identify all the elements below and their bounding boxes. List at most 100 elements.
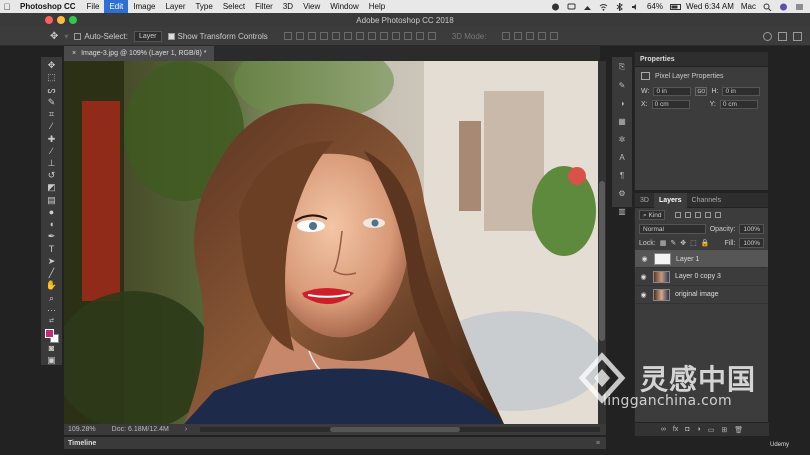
show-transform-checkbox[interactable]: Show Transform Controls: [167, 32, 268, 41]
lasso-tool-icon[interactable]: ᔕ: [46, 85, 58, 94]
canvas-horizontal-scrollbar[interactable]: [200, 427, 600, 432]
adjustments-panel-icon[interactable]: ◑: [617, 99, 627, 108]
bluetooth-icon[interactable]: [615, 2, 624, 11]
move-tool-icon[interactable]: ✥: [46, 60, 58, 70]
lock-pixels-icon[interactable]: ▦: [660, 239, 667, 247]
type-tool-icon[interactable]: T: [46, 244, 58, 254]
zoom-window-button[interactable]: [69, 16, 77, 24]
path-select-tool-icon[interactable]: ➤: [46, 256, 58, 266]
menu-select[interactable]: Select: [218, 0, 250, 13]
history-brush-tool-icon[interactable]: ↺: [46, 171, 58, 180]
eraser-tool-icon[interactable]: ◩: [46, 183, 58, 192]
menu-filter[interactable]: Filter: [250, 0, 278, 13]
wifi-icon[interactable]: [599, 3, 608, 11]
close-window-button[interactable]: [45, 16, 53, 24]
dodge-tool-icon[interactable]: ◖: [46, 220, 58, 229]
lock-position-icon[interactable]: ✥: [680, 239, 686, 247]
menubar-clock[interactable]: Wed 6:34 AM: [686, 2, 734, 11]
align-left-icon[interactable]: [319, 32, 328, 40]
visibility-eye-icon[interactable]: ◉: [639, 273, 648, 281]
properties-header[interactable]: Properties: [635, 52, 768, 67]
lock-paint-icon[interactable]: ✎: [670, 239, 676, 247]
3d-scale-icon[interactable]: [550, 32, 559, 40]
delete-layer-icon[interactable]: 🗑: [734, 426, 743, 434]
airplay-icon[interactable]: [583, 3, 592, 11]
screen-mode-icon[interactable]: ▣: [46, 355, 58, 365]
timeline-menu-icon[interactable]: ≡: [596, 440, 606, 447]
styles-panel-icon[interactable]: ✲: [617, 135, 627, 144]
hand-tool-icon[interactable]: ✋: [46, 281, 58, 290]
eyedropper-tool-icon[interactable]: ⁄: [46, 122, 58, 131]
notification-center-icon[interactable]: [795, 3, 804, 11]
new-layer-icon[interactable]: ⊞: [721, 426, 727, 434]
filter-adjustment-icon[interactable]: [685, 212, 692, 218]
menubar-user[interactable]: Mac: [741, 2, 756, 11]
document-tab[interactable]: × Image-3.jpg @ 109% (Layer 1, RGB/8) *: [64, 46, 215, 61]
layer-filter-kind-dropdown[interactable]: ⌕ Kind: [639, 210, 666, 220]
layer-name[interactable]: original image: [675, 291, 719, 298]
menu-image[interactable]: Image: [128, 0, 160, 13]
3d-slide-icon[interactable]: [538, 32, 547, 40]
share-icon[interactable]: [793, 31, 802, 41]
distribute-top-icon[interactable]: [355, 32, 364, 40]
crop-tool-icon[interactable]: ⌗: [46, 109, 58, 119]
siri-icon[interactable]: [779, 3, 788, 11]
3d-drag-icon[interactable]: [526, 32, 535, 40]
auto-align-icon[interactable]: [427, 32, 436, 40]
minimize-window-button[interactable]: [57, 16, 65, 24]
width-field[interactable]: 0 in: [653, 87, 692, 96]
libraries-panel-icon[interactable]: ▦: [617, 117, 627, 126]
align-right-icon[interactable]: [343, 32, 352, 40]
distribute-left-icon[interactable]: [391, 32, 400, 40]
x-field[interactable]: 0 cm: [651, 100, 690, 109]
quick-select-tool-icon[interactable]: ✎: [46, 97, 58, 107]
pen-tool-icon[interactable]: ✒: [46, 232, 58, 241]
document-size[interactable]: Doc: 6.18M/12.4M: [112, 426, 169, 433]
canvas-vertical-scrollbar[interactable]: [598, 61, 606, 424]
tab-channels[interactable]: Channels: [687, 193, 727, 208]
layer-name[interactable]: Layer 1: [676, 256, 699, 263]
apple-icon[interactable]: : [0, 2, 14, 12]
align-bottom-icon[interactable]: [307, 32, 316, 40]
message-icon[interactable]: [567, 3, 576, 11]
record-icon[interactable]: [551, 3, 560, 11]
lock-artboard-icon[interactable]: ⬚: [690, 239, 697, 247]
distribute-right-icon[interactable]: [415, 32, 424, 40]
auto-select-checkbox[interactable]: Auto-Select:: [74, 32, 128, 41]
y-field[interactable]: 0 cm: [719, 100, 758, 109]
menu-view[interactable]: View: [298, 0, 325, 13]
menu-help[interactable]: Help: [364, 0, 390, 13]
3d-orbit-icon[interactable]: [502, 32, 511, 40]
filter-type-icon[interactable]: [695, 212, 702, 218]
distribute-vcenter-icon[interactable]: [367, 32, 376, 40]
blur-tool-icon[interactable]: ●: [46, 207, 58, 217]
new-adjustment-layer-icon[interactable]: ◑: [697, 426, 701, 433]
tab-3d[interactable]: 3D: [635, 193, 654, 208]
timeline-title[interactable]: Timeline: [68, 440, 96, 447]
search-icon[interactable]: [763, 3, 772, 11]
layer-style-icon[interactable]: fx: [673, 426, 678, 433]
align-top-icon[interactable]: [283, 32, 292, 40]
swap-colors-icon[interactable]: ⇄: [46, 318, 58, 324]
menu-layer[interactable]: Layer: [160, 0, 190, 13]
menu-window[interactable]: Window: [325, 0, 363, 13]
auto-select-target-dropdown[interactable]: Layer: [133, 30, 162, 42]
menu-3d[interactable]: 3D: [278, 0, 298, 13]
layer-row[interactable]: ◉ Layer 1: [635, 250, 768, 268]
distribute-hcenter-icon[interactable]: [403, 32, 412, 40]
battery-icon[interactable]: [669, 3, 681, 11]
add-mask-icon[interactable]: ◘: [685, 426, 689, 433]
foreground-color-swatch[interactable]: [44, 328, 54, 338]
height-field[interactable]: 0 in: [722, 87, 761, 96]
filter-smart-object-icon[interactable]: [715, 212, 722, 218]
line-tool-icon[interactable]: ╱: [46, 268, 58, 278]
zoom-tool-icon[interactable]: ⌕: [46, 293, 58, 302]
visibility-eye-icon[interactable]: ◉: [640, 255, 649, 263]
link-dimensions-button[interactable]: GO: [695, 87, 708, 96]
new-group-icon[interactable]: ▭: [708, 426, 715, 434]
menu-type[interactable]: Type: [190, 0, 217, 13]
menu-edit[interactable]: Edit: [104, 0, 129, 13]
document-canvas[interactable]: [64, 61, 598, 424]
horizontal-scroll-thumb[interactable]: [330, 427, 460, 432]
paragraph-panel-icon[interactable]: ¶: [617, 171, 627, 180]
